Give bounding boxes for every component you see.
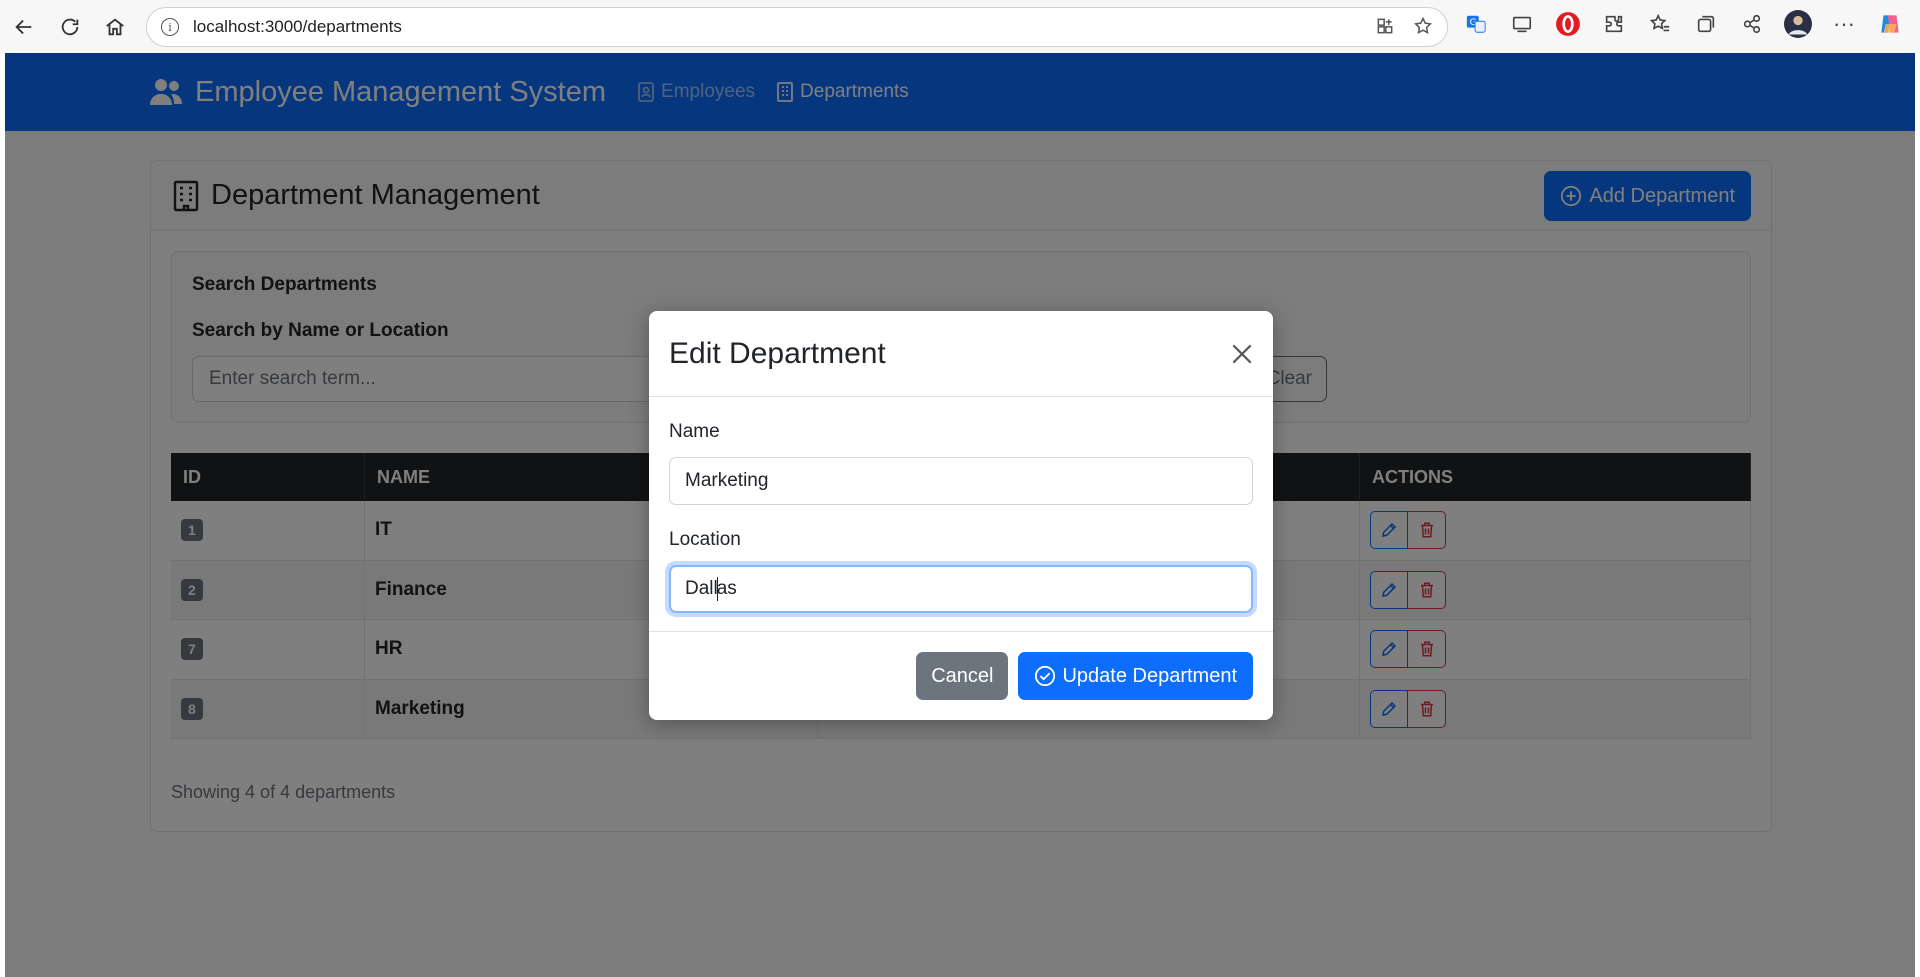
location-value-end: as <box>716 578 737 599</box>
reload-icon[interactable] <box>50 7 90 47</box>
browser-toolbar: i localhost:3000/departments G ··· <box>0 0 1920 53</box>
site-info-icon[interactable]: i <box>161 18 179 36</box>
name-field[interactable]: Marketing <box>669 457 1253 505</box>
profile-avatar[interactable] <box>1782 8 1814 40</box>
back-icon[interactable] <box>4 7 44 47</box>
translate-icon[interactable]: G <box>1460 8 1492 40</box>
collections-icon[interactable] <box>1690 8 1722 40</box>
check-circle-icon <box>1035 665 1056 687</box>
modal-body: Name Marketing Location Dall as <box>649 397 1273 665</box>
close-icon[interactable] <box>1227 339 1257 369</box>
more-menu-icon[interactable]: ··· <box>1828 8 1860 40</box>
share-icon[interactable] <box>1736 8 1768 40</box>
home-icon[interactable] <box>95 7 135 47</box>
location-label: Location <box>669 529 741 550</box>
location-value-start: Dall <box>685 578 718 599</box>
cancel-button[interactable]: Cancel <box>916 652 1009 700</box>
update-department-button[interactable]: Update Department <box>1018 652 1253 700</box>
apps-icon[interactable] <box>1375 16 1395 41</box>
cast-icon[interactable] <box>1506 8 1538 40</box>
modal-header: Edit Department <box>649 311 1273 397</box>
favorites-icon[interactable] <box>1644 8 1676 40</box>
update-department-label: Update Department <box>1062 664 1237 687</box>
favorite-star-icon[interactable] <box>1413 16 1433 41</box>
modal-title: Edit Department <box>669 336 886 370</box>
address-bar[interactable]: i localhost:3000/departments <box>146 7 1448 47</box>
modal-footer: Cancel Update Department <box>649 631 1273 720</box>
url-text: localhost:3000/departments <box>193 17 402 36</box>
edit-department-modal: Edit Department Name Marketing Location … <box>649 311 1273 720</box>
location-field[interactable]: Dall as <box>669 565 1253 613</box>
name-label: Name <box>669 421 720 442</box>
opera-icon[interactable] <box>1552 8 1584 40</box>
copilot-icon[interactable] <box>1874 8 1906 40</box>
extensions-icon[interactable] <box>1598 8 1630 40</box>
